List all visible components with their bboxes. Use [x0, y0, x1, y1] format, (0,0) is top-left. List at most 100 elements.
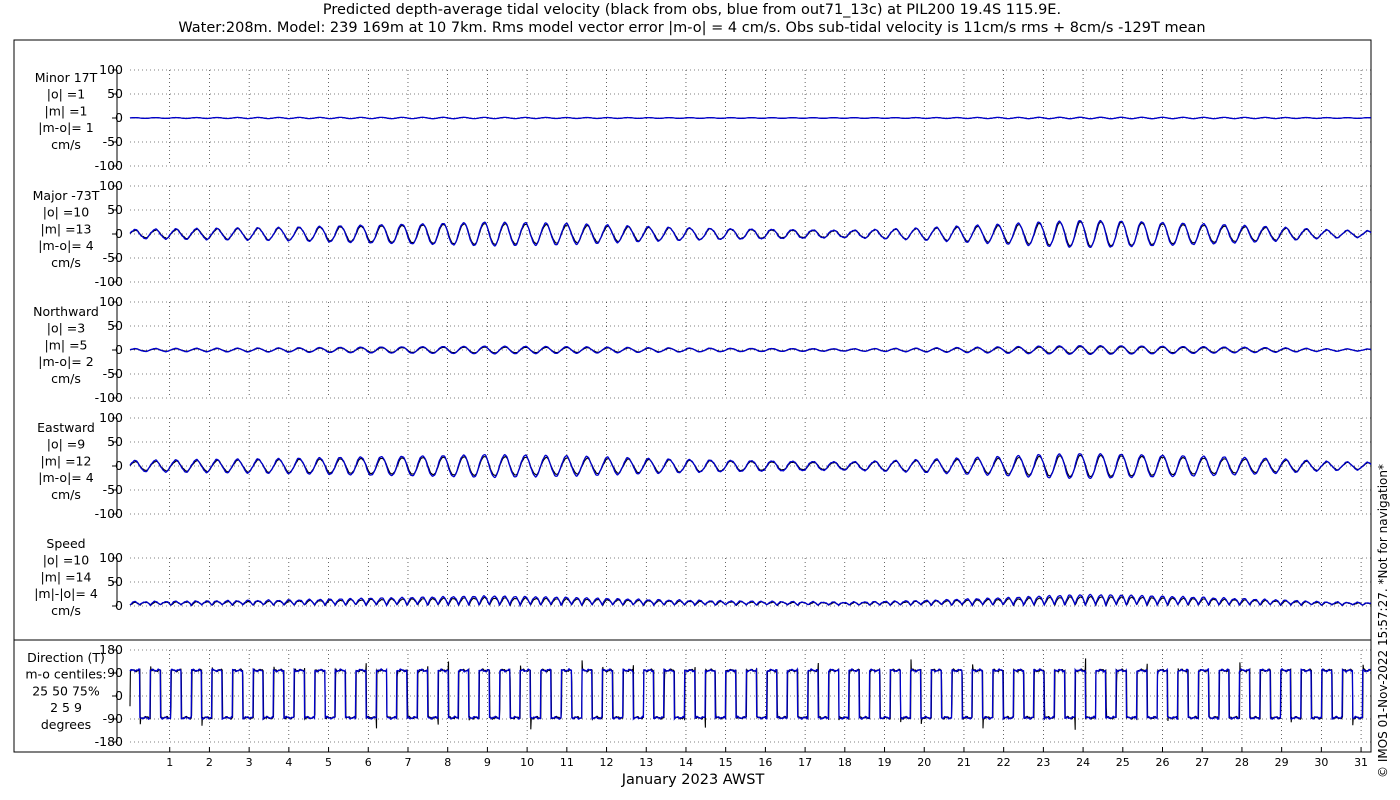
panel-minor-label-line: |o| =1: [47, 87, 85, 102]
x-axis-tick-label: 26: [1156, 756, 1170, 769]
x-axis-tick-label: 19: [878, 756, 892, 769]
x-axis-tick-label: 28: [1235, 756, 1249, 769]
panel-northward-ytick-label: 100: [99, 294, 123, 309]
panel-speed-ytick-label: 100: [99, 550, 123, 565]
panel-eastward-label-line: |m| =12: [41, 453, 92, 468]
x-axis-tick-label: 9: [484, 756, 491, 769]
panel-direction-label-line: 25 50 75%: [32, 683, 100, 698]
panel-major-label-line: |m| =13: [41, 221, 92, 236]
x-axis-tick-label: 23: [1036, 756, 1050, 769]
panel-direction-ytick-label: 0: [115, 688, 123, 703]
panel-eastward-ytick-label: -50: [103, 482, 123, 497]
panel-northward-ytick-label: 50: [107, 318, 123, 333]
x-axis-tick-label: 29: [1275, 756, 1289, 769]
x-axis-tick-label: 14: [679, 756, 693, 769]
panel-minor-series-model: [129, 116, 1371, 120]
panel-major: 100 50 0 -50 -100 Major -73T |o| =10|m| =13 |m-…: [33, 178, 1372, 289]
x-axis-tick-label: 3: [246, 756, 253, 769]
panel-northward-label-line: Northward: [33, 304, 99, 319]
panel-direction-label-line: m-o centiles:: [25, 667, 106, 682]
panel-eastward-label-line: cm/s: [51, 487, 81, 502]
x-axis-tick-label: 17: [798, 756, 812, 769]
panel-eastward-ytick-label: -100: [95, 506, 123, 521]
figure-title-line2: Water:208m. Model: 239 169m at 10 7km. R…: [178, 20, 1205, 36]
panel-eastward: 100 50 0 -50 -100 Eastward |o| =9|m| =12 |m-o|=…: [37, 410, 1372, 521]
x-axis-tick-label: 7: [404, 756, 411, 769]
panel-major-ytick-label: -100: [95, 274, 123, 289]
panel-northward-ytick-label: -100: [95, 390, 123, 405]
panel-speed-label-line: |m|-|o|= 4: [34, 586, 98, 601]
panel-speed: 100 50 0 Speed |o| =10|m| =14 |m|-|o|= 4 cm/s: [34, 536, 1372, 618]
panel-major-label-line: cm/s: [51, 255, 81, 270]
x-axis-tick-label: 2: [206, 756, 213, 769]
panel-major-label-line: |m-o|= 4: [38, 238, 93, 253]
panel-direction-series-model: [129, 667, 1372, 721]
x-axis-tick-label: 22: [997, 756, 1011, 769]
panel-eastward-label-line: Eastward: [37, 420, 95, 435]
panel-northward-ytick-label: -50: [103, 366, 123, 381]
panel-major-ytick-label: -50: [103, 250, 123, 265]
x-axis-tick-label: 27: [1195, 756, 1209, 769]
x-axis: 1 2 3 4 5 6 7 8 9 10 11 12 13 14 15 16 17 18 19 20 21 22 23 24 2…: [166, 747, 1368, 769]
panel-direction-ytick-label: 90: [107, 665, 123, 680]
x-axis-tick-label: 1: [166, 756, 173, 769]
figure-title-line1: Predicted depth-average tidal velocity (…: [323, 2, 1061, 18]
panel-direction-label-line: degrees: [41, 717, 91, 732]
panel-minor-label-line: |m-o|= 1: [38, 120, 93, 135]
panel-major-label-line: |o| =10: [43, 205, 89, 220]
x-axis-tick-label: 4: [285, 756, 292, 769]
panel-eastward-ytick-label: 50: [107, 434, 123, 449]
panel-minor-ytick-label: 0: [115, 110, 123, 125]
panel-speed-ytick-label: 50: [107, 574, 123, 589]
x-axis-tick-label: 18: [838, 756, 852, 769]
x-axis-tick-label: 6: [365, 756, 372, 769]
x-axis-tick-label: 10: [520, 756, 534, 769]
panel-minor-label-line: |m| =1: [45, 103, 88, 118]
x-axis-tick-label: 25: [1116, 756, 1130, 769]
x-axis-tick-label: 11: [560, 756, 574, 769]
panel-speed-ytick-label: 0: [115, 598, 123, 613]
x-axis-tick-label: 8: [444, 756, 451, 769]
panel-minor-ytick-label: 50: [107, 86, 123, 101]
panel-major-label-line: Major -73T: [33, 188, 100, 203]
panel-eastward-ytick-label: 0: [115, 458, 123, 473]
panel-major-ytick-label: 50: [107, 202, 123, 217]
panel-major-ytick-label: 100: [99, 178, 123, 193]
panels-layer: 100 50 0 -50 -100 Minor 17T |o| =1|m| =1 |m-o|=…: [25, 62, 1372, 749]
panel-direction-label-line: Direction (T): [27, 650, 105, 665]
x-axis-tick-label: 5: [325, 756, 332, 769]
x-axis-tick-label: 16: [758, 756, 772, 769]
x-axis-tick-label: 30: [1314, 756, 1328, 769]
panel-eastward-label-line: |o| =9: [47, 437, 86, 452]
panel-northward: 100 50 0 -50 -100 Northward |o| =3|m| =5 |m-o|=…: [33, 294, 1372, 405]
panel-major-ytick-label: 0: [115, 226, 123, 241]
panel-speed-label-line: |m| =14: [41, 569, 92, 584]
x-axis-tick-label: 12: [600, 756, 614, 769]
x-axis-tick-label: 20: [917, 756, 931, 769]
panel-direction-label-line: 2 5 9: [50, 700, 82, 715]
panel-eastward-ytick-label: 100: [99, 410, 123, 425]
panel-northward-label-line: |m| =5: [45, 337, 88, 352]
panel-minor-label-line: Minor 17T: [35, 70, 98, 85]
tidal-velocity-figure: Predicted depth-average tidal velocity (…: [13, 2, 1390, 788]
panel-northward-label-line: cm/s: [51, 371, 81, 386]
copyright-notice: © IMOS 01-Nov-2022 15:57:27. *Not for na…: [1376, 464, 1390, 778]
x-axis-tick-label: 24: [1076, 756, 1090, 769]
upper-axes-frame: [13, 39, 1372, 641]
panel-direction-ytick-label: -180: [95, 734, 123, 749]
x-axis-label: January 2023 AWST: [621, 772, 765, 788]
x-axis-tick-label: 15: [719, 756, 733, 769]
x-axis-tick-label: 13: [639, 756, 653, 769]
panel-speed-label-line: cm/s: [51, 603, 81, 618]
panel-northward-label-line: |m-o|= 2: [38, 354, 93, 369]
panel-minor-ytick-label: 100: [99, 62, 123, 77]
x-axis-tick-label: 31: [1354, 756, 1368, 769]
panel-direction: 180900-90-180Direction (T)m-o centiles:2…: [25, 642, 1372, 749]
panel-speed-label-line: |o| =10: [43, 553, 89, 568]
panel-northward-label-line: |o| =3: [47, 321, 85, 336]
panel-minor: 100 50 0 -50 -100 Minor 17T |o| =1|m| =1 |m-o|=…: [35, 62, 1371, 173]
panel-northward-ytick-label: 0: [115, 342, 123, 357]
panel-direction-ytick-label: -90: [103, 711, 123, 726]
panel-speed-label-line: Speed: [46, 536, 85, 551]
panel-minor-ytick-label: -100: [95, 158, 123, 173]
